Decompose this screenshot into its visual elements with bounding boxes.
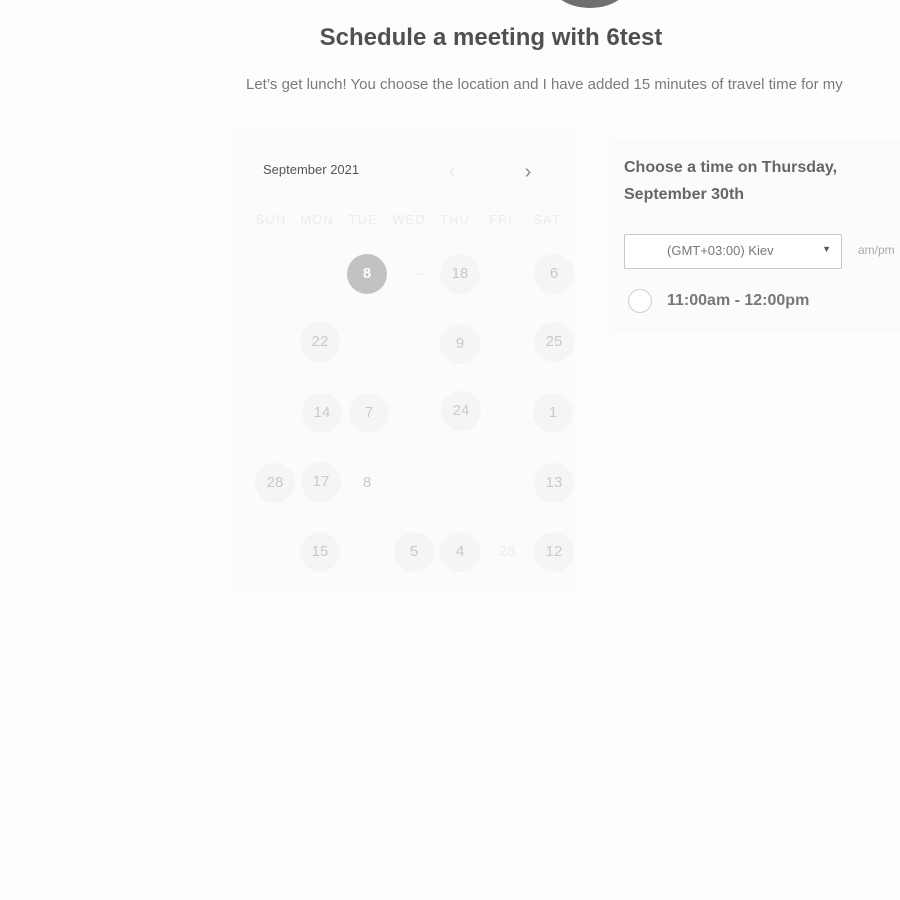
page-title: Schedule a meeting with 6test [319, 24, 663, 51]
time-selection-panel: Choose a time on Thursday, September 30t… [608, 140, 900, 332]
time-panel-heading: Choose a time on Thursday, September 30t… [624, 159, 838, 203]
calendar-day[interactable]: 7 [349, 393, 389, 433]
calendar-day[interactable]: 13 [534, 463, 574, 503]
calendar-day: 28 [498, 543, 516, 560]
calendar-day-selected[interactable]: 8 [347, 254, 387, 294]
time-slot-label[interactable]: 11:00am - 12:00pm [667, 292, 809, 310]
calendar-day[interactable]: 24 [441, 391, 481, 431]
timezone-select[interactable]: (GMT+03:00) Kiev ▼ [624, 234, 842, 269]
calendar-day[interactable]: 5 [394, 532, 434, 572]
time-format-toggle[interactable]: am/pm [858, 243, 895, 257]
calendar-day: – [416, 265, 426, 282]
calendar-day[interactable]: 22 [300, 322, 340, 362]
meeting-description: Let’s get lunch! You choose the location… [246, 76, 843, 93]
calendar-day[interactable]: 17 [301, 462, 341, 502]
calendar-day[interactable]: 14 [302, 393, 342, 433]
timezone-value: (GMT+03:00) Kiev [667, 243, 774, 258]
caret-down-icon: ▼ [822, 244, 831, 254]
host-avatar [548, 0, 632, 8]
calendar-day[interactable]: 6 [534, 254, 574, 294]
calendar-day[interactable]: 28 [255, 463, 295, 503]
calendar-day[interactable]: 9 [440, 324, 480, 364]
calendar-day[interactable]: 1 [533, 393, 573, 433]
calendar-day[interactable]: 8 [347, 463, 387, 503]
booking-page: Schedule a meeting with 6test Let’s get … [0, 0, 900, 900]
calendar-day[interactable]: 25 [534, 322, 574, 362]
calendar-days: 8 – 18 6 22 · 9 25 14 7 24 1 28 17 8 13 … [232, 130, 578, 592]
calendar: September 2021 ‹ › SUN MON TUE WED THU F… [232, 130, 578, 592]
calendar-day[interactable]: 18 [440, 254, 480, 294]
calendar-day[interactable]: 12 [534, 532, 574, 572]
time-slot-radio[interactable] [628, 289, 652, 313]
calendar-day[interactable]: 15 [300, 532, 340, 572]
calendar-day[interactable]: 4 [440, 532, 480, 572]
